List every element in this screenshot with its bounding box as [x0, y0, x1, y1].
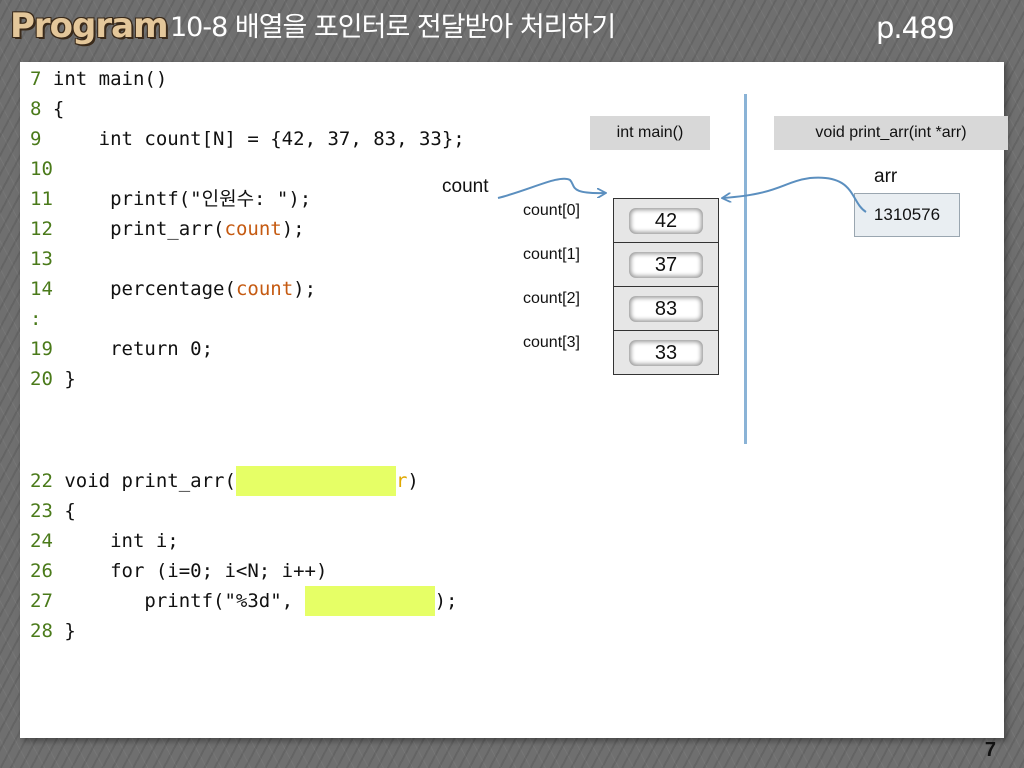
arr-arrow: [723, 176, 867, 213]
slide-content: 7 int main() 8 { 9 int count[N] = {42, 3…: [20, 62, 1008, 738]
slide-title: 10-8 배열을 포인터로 전달받아 처리하기: [170, 12, 616, 43]
page-reference: p.489: [876, 11, 955, 45]
count-arrow: [497, 177, 605, 199]
program-heading: Program: [10, 6, 169, 46]
pointer-arrows: [497, 176, 867, 213]
slide-number: 7: [984, 739, 996, 761]
